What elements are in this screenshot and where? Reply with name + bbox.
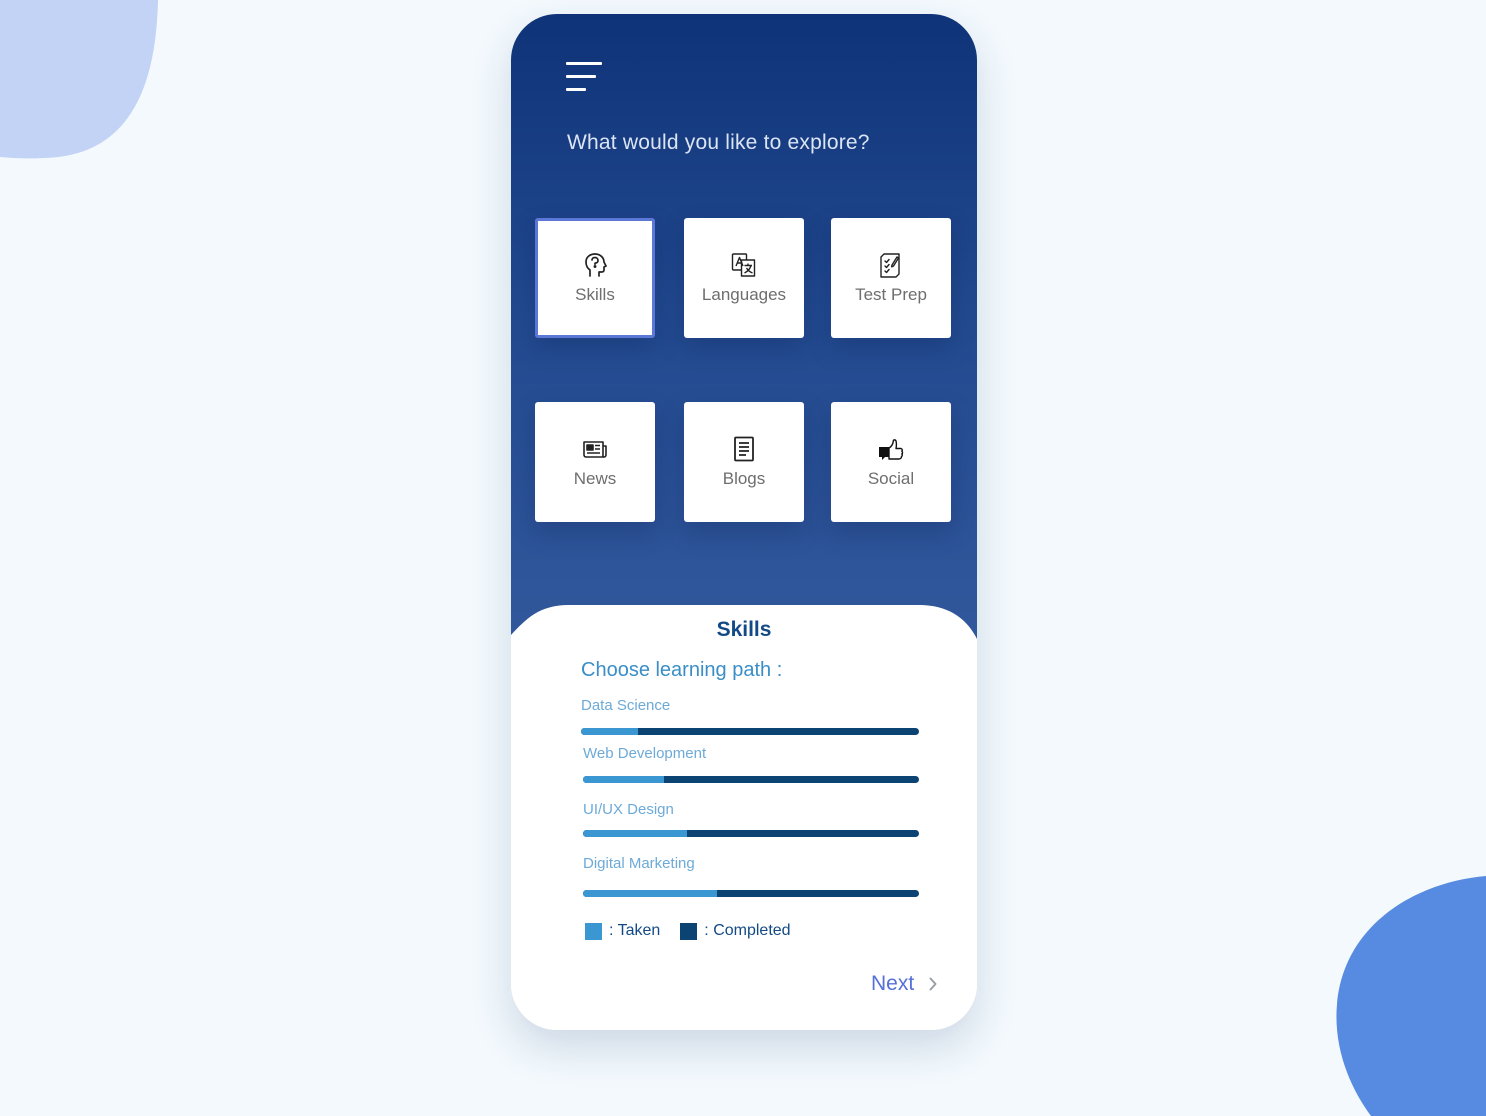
- progress-taken: [583, 890, 718, 897]
- legend-swatch-completed: [680, 922, 698, 940]
- path-label-data-science: Data Science: [581, 697, 671, 714]
- hamburger-menu-icon[interactable]: [566, 62, 606, 94]
- newspaper-icon: [583, 441, 607, 458]
- category-tile-social[interactable]: Social: [831, 402, 951, 522]
- panel-title: Skills: [716, 618, 772, 641]
- category-tile-test-prep[interactable]: Test Prep: [831, 218, 951, 338]
- category-label: Skills: [575, 285, 615, 304]
- progress-bar-digital-marketing[interactable]: [583, 890, 919, 897]
- progress-taken: [583, 830, 688, 837]
- checklist-icon: [880, 253, 900, 278]
- learning-path-heading: Choose learning path :: [581, 659, 783, 681]
- category-label: Social: [867, 469, 915, 488]
- progress-bar-ui-ux-design[interactable]: [583, 830, 919, 837]
- explore-header: What would you like to explore? Skills L…: [511, 14, 977, 674]
- path-label-digital-marketing: Digital Marketing: [583, 855, 695, 872]
- category-label: News: [573, 469, 617, 488]
- next-label: Next: [871, 972, 915, 995]
- chevron-right-icon: [929, 977, 937, 991]
- explore-question: What would you like to explore?: [567, 131, 870, 154]
- category-tile-news[interactable]: News: [535, 402, 655, 522]
- legend-swatch-taken: [585, 922, 602, 940]
- translate-icon: [731, 253, 756, 277]
- progress-bar-data-science[interactable]: [581, 728, 919, 735]
- category-label: Languages: [701, 285, 787, 304]
- legend-label-taken: : Taken: [609, 922, 661, 939]
- document-icon: [734, 436, 754, 462]
- path-label-web-development: Web Development: [583, 745, 707, 762]
- thumbs-up-icon: [879, 439, 904, 460]
- category-label: Test Prep: [855, 285, 927, 304]
- progress-bar-web-development[interactable]: [583, 776, 919, 783]
- category-tile-languages[interactable]: Languages: [684, 218, 804, 338]
- progress-legend: : Taken : Completed: [585, 922, 791, 940]
- head-profile-icon: [585, 253, 607, 277]
- path-label-ui-ux-design: UI/UX Design: [583, 801, 674, 818]
- decorative-blob-bottom-right: [1336, 876, 1486, 1116]
- category-tile-skills[interactable]: Skills: [535, 218, 655, 338]
- category-tile-blogs[interactable]: Blogs: [684, 402, 804, 522]
- legend-label-completed: : Completed: [704, 922, 791, 939]
- decorative-blob-top-left: [0, 0, 158, 159]
- next-button[interactable]: Next: [871, 972, 938, 996]
- category-label: Blogs: [722, 469, 766, 488]
- progress-taken: [583, 776, 664, 783]
- phone-frame: What would you like to explore? Skills L…: [511, 14, 977, 1030]
- progress-taken: [581, 728, 639, 735]
